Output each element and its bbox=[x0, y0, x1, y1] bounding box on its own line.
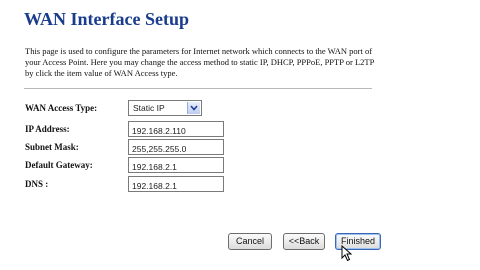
subnet-mask-input[interactable] bbox=[128, 139, 224, 155]
wan-access-type-select[interactable]: Static IP bbox=[128, 100, 202, 116]
mouse-pointer-icon bbox=[341, 245, 353, 262]
page-title: WAN Interface Setup bbox=[24, 9, 189, 29]
dns-input[interactable] bbox=[128, 176, 224, 192]
default-gateway-label: Default Gateway: bbox=[25, 160, 93, 170]
subnet-mask-label: Subnet Mask: bbox=[25, 142, 79, 152]
dns-label: DNS : bbox=[25, 179, 49, 189]
chevron-down-icon[interactable] bbox=[187, 102, 200, 114]
divider bbox=[24, 88, 372, 89]
ip-address-input[interactable] bbox=[128, 121, 224, 137]
wan-access-type-label: WAN Access Type: bbox=[25, 103, 98, 113]
back-button[interactable]: <<Back bbox=[283, 233, 325, 250]
cancel-button[interactable]: Cancel bbox=[228, 233, 272, 250]
page-description: This page is used to configure the param… bbox=[25, 46, 375, 78]
default-gateway-input[interactable] bbox=[128, 157, 224, 173]
ip-address-label: IP Address: bbox=[25, 124, 70, 134]
wan-access-type-value: Static IP bbox=[133, 103, 165, 113]
